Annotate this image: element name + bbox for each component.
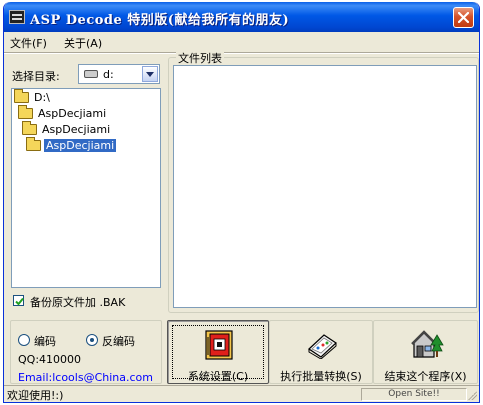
app-window: ASP Decode 特别版(献给我所有的朋友) 文件(F) 关于(A) 选择目…: [3, 2, 480, 403]
file-list[interactable]: [173, 65, 477, 308]
checkmark-icon: [15, 297, 24, 306]
qq-number: QQ:410000: [18, 353, 82, 366]
settings-label: 系统设置(C): [187, 370, 249, 383]
folder-icon: [14, 89, 29, 103]
directory-tree[interactable]: D:\ AspDecjiami AspDecjiami AspDecjiami: [11, 88, 161, 288]
close-icon: [458, 12, 469, 23]
window-title: ASP Decode 特别版(献给我所有的朋友): [30, 13, 290, 28]
backup-label: 备份原文件加 .BAK: [30, 296, 126, 309]
backup-checkbox[interactable]: [13, 295, 24, 306]
status-text: 欢迎使用!:): [7, 389, 64, 402]
exit-house-icon: [411, 330, 444, 358]
batch-convert-label: 执行批量转换(S): [280, 370, 362, 383]
drive-value: d:: [103, 68, 114, 81]
email-link[interactable]: Email:lcools@China.com: [18, 371, 153, 384]
menu-file[interactable]: 文件(F): [10, 35, 47, 51]
folder-icon: [18, 105, 33, 119]
batch-convert-button[interactable]: 执行批量转换(S): [269, 320, 373, 384]
settings-button[interactable]: 系统设置(C): [167, 320, 269, 384]
encode-label[interactable]: 编码: [34, 333, 56, 349]
resize-grip[interactable]: [467, 390, 477, 400]
decode-radio[interactable]: [86, 334, 98, 346]
file-list-legend: 文件列表: [176, 50, 224, 66]
status-bar: 欢迎使用!:) Open Site!!: [4, 385, 479, 402]
folder-icon: [22, 121, 37, 135]
settings-book-icon: [205, 330, 233, 360]
close-button[interactable]: [453, 7, 474, 28]
menu-bar: 文件(F) 关于(A): [4, 32, 479, 52]
menu-about[interactable]: 关于(A): [64, 35, 102, 51]
chevron-down-icon[interactable]: [142, 66, 158, 82]
decode-label[interactable]: 反编码: [102, 333, 135, 349]
tree-item-label: D:\: [34, 91, 50, 104]
directory-label: 选择目录:: [12, 70, 60, 83]
tree-item-label: AspDecjiami: [42, 123, 111, 136]
tree-item-label: AspDecjiami: [38, 107, 107, 120]
drive-icon: [84, 70, 98, 78]
status-panel-site[interactable]: Open Site!!: [361, 388, 467, 401]
title-bar[interactable]: ASP Decode 特别版(献给我所有的朋友): [4, 2, 479, 32]
encode-radio[interactable]: [18, 334, 30, 346]
batch-convert-icon: [308, 334, 337, 359]
app-icon[interactable]: [9, 10, 25, 24]
exit-label: 结束这个程序(X): [384, 370, 467, 383]
folder-open-icon: [26, 137, 41, 151]
menu-divider: [4, 52, 479, 54]
tree-item-label: AspDecjiami: [44, 139, 117, 152]
drive-select[interactable]: d:: [78, 64, 160, 84]
exit-button[interactable]: 结束这个程序(X): [373, 320, 478, 384]
open-site-link[interactable]: Open Site!!: [362, 389, 466, 399]
